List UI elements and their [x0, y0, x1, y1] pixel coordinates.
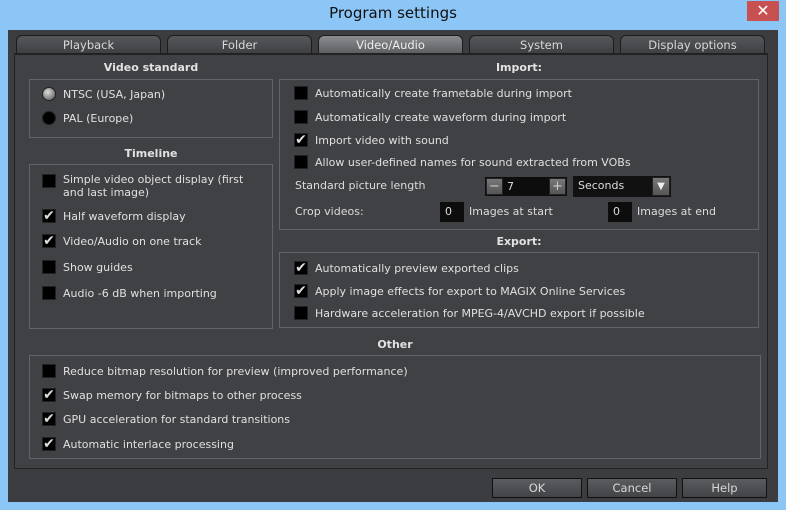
checkbox[interactable] [294, 306, 308, 320]
checkbox[interactable] [42, 260, 56, 274]
checkbox-apply-image-effects[interactable]: ✔ Apply image effects for export to MAGIX… [294, 284, 625, 298]
check-icon[interactable]: ✔ [294, 133, 308, 147]
checkbox-preview-exported[interactable]: ✔ Automatically preview exported clips [294, 261, 519, 275]
chevron-down-icon[interactable]: ▼ [652, 177, 670, 196]
crop-start-label: Images at start [469, 205, 553, 218]
checkbox-create-frametable[interactable]: Automatically create frametable during i… [294, 86, 572, 100]
close-button[interactable]: ✕ [747, 1, 779, 21]
checkbox-interlace[interactable]: ✔ Automatic interlace processing [42, 437, 234, 451]
checkbox-reduce-bitmap[interactable]: Reduce bitmap resolution for preview (im… [42, 364, 408, 378]
checkbox-label: Automatically create waveform during imp… [315, 110, 567, 124]
checkbox-label: Automatically create frametable during i… [315, 86, 572, 100]
checkbox-video-audio-one-track[interactable]: ✔ Video/Audio on one track [42, 234, 201, 248]
tab-playback[interactable]: Playback [16, 35, 161, 54]
checkbox-label: GPU acceleration for standard transition… [63, 412, 291, 426]
checkbox-import-with-sound[interactable]: ✔ Import video with sound [294, 133, 449, 147]
crop-end-label: Images at end [637, 205, 716, 218]
video-standard-heading: Video standard [103, 61, 199, 74]
unit-value: Seconds [578, 179, 625, 192]
checkbox-label: Automatically preview exported clips [315, 261, 519, 275]
cancel-button[interactable]: Cancel [587, 478, 677, 498]
export-heading: Export: [496, 235, 542, 248]
crop-start-input[interactable]: 0 [440, 202, 464, 222]
tab-video-audio[interactable]: Video/Audio [318, 35, 463, 54]
radio-label: NTSC (USA, Japan) [63, 87, 166, 101]
checkbox-label: Reduce bitmap resolution for preview (im… [63, 364, 408, 378]
checkbox-label: Allow user-defined names for sound extra… [315, 155, 631, 169]
check-icon[interactable]: ✔ [42, 437, 56, 451]
checkbox-label: Simple video object display (first and l… [63, 173, 244, 199]
checkbox[interactable] [294, 86, 308, 100]
checkbox-gpu-acceleration[interactable]: ✔ GPU acceleration for standard transitio… [42, 412, 290, 426]
increment-button[interactable]: + [549, 178, 566, 195]
crop-videos-label: Crop videos: [295, 205, 364, 218]
checkbox-show-guides[interactable]: Show guides [42, 260, 133, 274]
checkbox-label: Automatic interlace processing [63, 437, 234, 451]
window-title: Program settings [329, 4, 457, 22]
checkbox-label: Video/Audio on one track [63, 234, 202, 248]
checkbox-label: Swap memory for bitmaps to other process [63, 388, 302, 402]
checkbox-label: Apply image effects for export to MAGIX … [315, 284, 626, 298]
ok-button[interactable]: OK [492, 478, 582, 498]
check-icon[interactable]: ✔ [42, 412, 56, 426]
checkbox[interactable] [294, 155, 308, 169]
check-icon[interactable]: ✔ [42, 234, 56, 248]
checkbox[interactable] [294, 110, 308, 124]
check-icon[interactable]: ✔ [294, 284, 308, 298]
checkbox[interactable] [42, 364, 56, 378]
picture-length-label: Standard picture length [295, 179, 426, 192]
checkbox-user-defined-names[interactable]: Allow user-defined names for sound extra… [294, 155, 631, 169]
checkbox-label: Audio -6 dB when importing [63, 286, 217, 300]
tab-system[interactable]: System [469, 35, 614, 54]
checkbox-label: Import video with sound [315, 133, 449, 147]
other-heading: Other [377, 338, 413, 351]
tab-folder[interactable]: Folder [167, 35, 312, 54]
checkbox-create-waveform[interactable]: Automatically create waveform during imp… [294, 110, 566, 124]
tab-display-options[interactable]: Display options [620, 35, 765, 54]
decrement-button[interactable]: − [486, 178, 503, 195]
radio-button[interactable] [42, 111, 56, 125]
radio-button[interactable] [42, 87, 56, 101]
check-icon[interactable]: ✔ [42, 209, 56, 223]
picture-length-value[interactable]: 7 [507, 180, 514, 193]
radio-label: PAL (Europe) [63, 111, 134, 125]
checkbox-label: Half waveform display [63, 209, 186, 223]
checkbox-audio-6db[interactable]: Audio -6 dB when importing [42, 286, 217, 300]
import-heading: Import: [495, 61, 543, 74]
timeline-heading: Timeline [124, 147, 178, 160]
check-icon[interactable]: ✔ [42, 388, 56, 402]
checkbox[interactable] [42, 174, 56, 188]
checkbox-swap-memory[interactable]: ✔ Swap memory for bitmaps to other proces… [42, 388, 302, 402]
checkbox-hardware-acceleration[interactable]: Hardware acceleration for MPEG-4/AVCHD e… [294, 306, 645, 320]
checkbox-label: Show guides [63, 260, 133, 274]
checkbox-simple-video-display[interactable]: Simple video object display (first and l… [42, 173, 267, 199]
radio-ntsc[interactable]: NTSC (USA, Japan) [42, 87, 165, 101]
checkbox-label: Hardware acceleration for MPEG-4/AVCHD e… [315, 306, 645, 320]
radio-pal[interactable]: PAL (Europe) [42, 111, 133, 125]
check-icon[interactable]: ✔ [294, 261, 308, 275]
checkbox[interactable] [42, 286, 56, 300]
crop-end-input[interactable]: 0 [608, 202, 632, 222]
help-button[interactable]: Help [682, 478, 767, 498]
checkbox-half-waveform[interactable]: ✔ Half waveform display [42, 209, 186, 223]
